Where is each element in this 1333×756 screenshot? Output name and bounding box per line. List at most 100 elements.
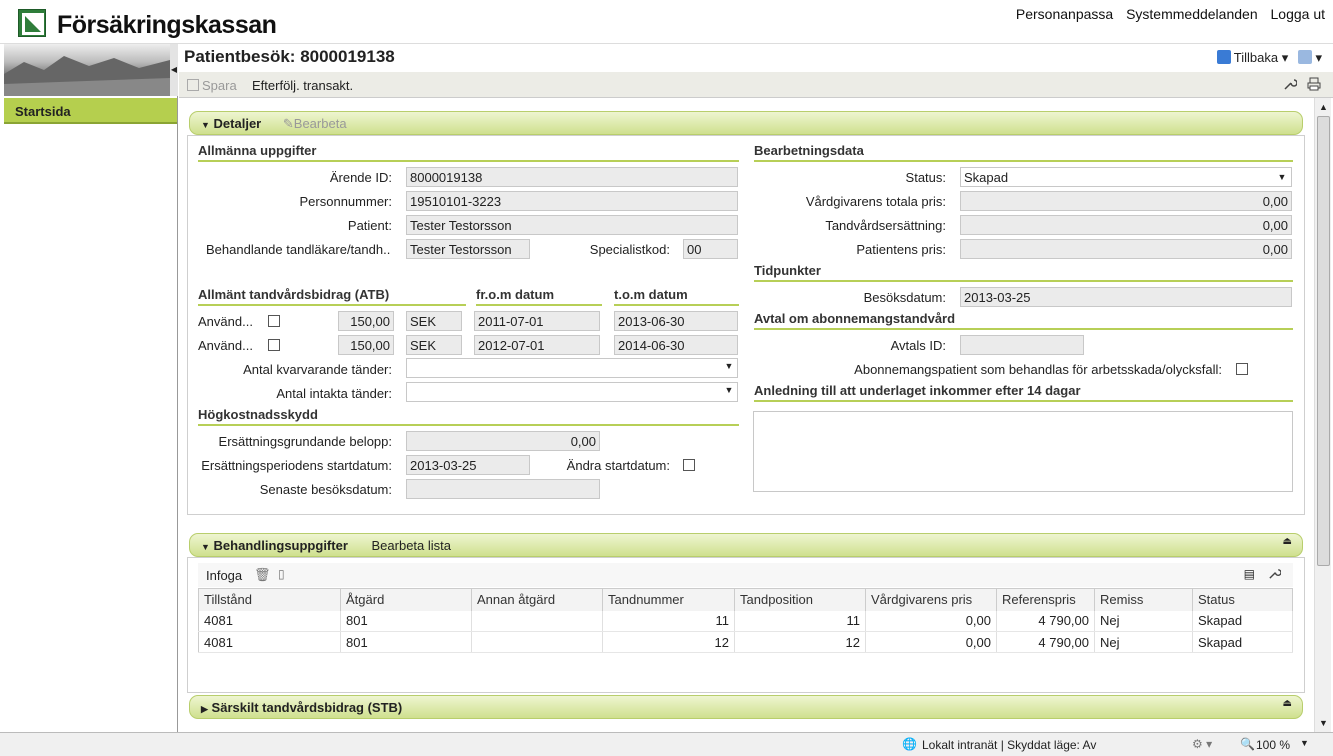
atb-row2-amount[interactable]: 150,00 (338, 335, 394, 355)
column-header[interactable]: Vårdgivarens pris (865, 588, 997, 611)
print-icon[interactable] (1307, 77, 1321, 94)
atb-row1-to[interactable]: 2013-06-30 (614, 311, 738, 331)
stb-panel-header[interactable]: ▶ Särskilt tandvårdsbidrag (STB) ⏏ (189, 695, 1303, 719)
chevron-down-icon[interactable]: ▼ (1274, 169, 1290, 185)
back-icon (1216, 50, 1231, 64)
wrench-icon[interactable] (1268, 567, 1282, 583)
sidebar-item-startsida[interactable]: Startsida (4, 98, 177, 124)
arbetsskada-checkbox[interactable] (1236, 363, 1248, 375)
section-allmanna: Allmänna uppgifter (198, 143, 739, 162)
avtals-id-field[interactable] (960, 335, 1084, 355)
table-row[interactable]: 4081 801 12 12 0,00 4 790,00 Nej Skapad (198, 631, 1293, 653)
column-header[interactable]: Annan åtgärd (471, 588, 603, 611)
behandling-panel-header[interactable]: ▼ Behandlingsuppgifter Bearbeta lista ⏏ (189, 533, 1303, 557)
collapse-panel-icon[interactable]: ⏏ (1283, 536, 1292, 547)
copy-icon[interactable]: ▯ (278, 567, 285, 581)
andra-startdatum-checkbox[interactable] (683, 459, 695, 471)
arende-field[interactable]: 8000019138 (406, 167, 738, 187)
cell-atgard: 801 (340, 610, 472, 632)
column-header[interactable]: Tandnummer (602, 588, 735, 611)
patient-field[interactable]: Tester Testorsson (406, 215, 738, 235)
cell-tandnummer: 12 (602, 631, 735, 653)
detaljer-panel-header[interactable]: ▼ Detaljer ✎Bearbeta (189, 111, 1303, 135)
expand-arrow-icon[interactable]: ▶ (201, 704, 208, 714)
zoom-dropdown-icon[interactable]: ▼ (1300, 738, 1309, 748)
edit-list-button[interactable]: Bearbeta lista (372, 538, 452, 553)
patient-label: Patient: (347, 218, 392, 233)
startdatum-field[interactable]: 2013-03-25 (406, 455, 530, 475)
trash-icon[interactable]: 🗑 (254, 567, 271, 583)
export-icon[interactable]: ▤ (1244, 567, 1255, 581)
personnummer-label: Personnummer: (299, 194, 392, 209)
atb-row2-to[interactable]: 2014-06-30 (614, 335, 738, 355)
atb-row2-from[interactable]: 2012-07-01 (474, 335, 600, 355)
cell-status: Skapad (1192, 631, 1293, 653)
section-atb: Allmänt tandvårdsbidrag (ATB) (198, 287, 466, 306)
atb-row1-amount[interactable]: 150,00 (338, 311, 394, 331)
atb-row2-checkbox[interactable] (268, 339, 280, 351)
collapse-panel-icon[interactable]: ⏏ (1283, 698, 1292, 709)
scroll-down-icon[interactable]: ▼ (1317, 716, 1330, 730)
anledning-textarea[interactable] (753, 411, 1293, 492)
column-header[interactable]: Åtgärd (340, 588, 472, 611)
patientens-pris-field[interactable]: 0,00 (960, 239, 1292, 259)
atb-row1-checkbox[interactable] (268, 315, 280, 327)
personalize-link[interactable]: Personanpassa (1016, 6, 1113, 22)
column-header[interactable]: Tillstånd (198, 588, 341, 611)
top-links: Personanpassa Systemmeddelanden Logga ut (1007, 6, 1325, 22)
column-header[interactable]: Referenspris (996, 588, 1095, 611)
collapse-arrow-icon[interactable]: ▼ (201, 542, 210, 552)
specialistkod-field[interactable]: 00 (683, 239, 738, 259)
brand-name: Försäkringskassan (57, 11, 277, 39)
section-avtal: Avtal om abonnemangstandvård (754, 311, 1293, 330)
wrench-icon[interactable] (1283, 77, 1298, 94)
cell-tandposition: 12 (734, 631, 866, 653)
chevron-down-icon[interactable]: ▼ (723, 361, 735, 375)
followup-transaction-button[interactable]: Efterfölj. transakt. (252, 78, 353, 93)
sidebar-collapse-handle[interactable]: ◀ (170, 44, 178, 96)
cell-annan-atgard (471, 631, 603, 653)
scroll-up-icon[interactable]: ▲ (1317, 100, 1330, 114)
column-header[interactable]: Tandposition (734, 588, 866, 611)
senaste-field[interactable] (406, 479, 600, 499)
zoom-icon: 🔍 (1240, 737, 1255, 751)
save-button[interactable]: Spara (187, 78, 237, 93)
atb-row1-from[interactable]: 2011-07-01 (474, 311, 600, 331)
cell-tillstand: 4081 (198, 631, 341, 653)
atb-row2-currency[interactable]: SEK (406, 335, 462, 355)
section-anledning: Anledning till att underlaget inkommer e… (754, 383, 1293, 402)
insert-button[interactable]: Infoga (206, 568, 242, 583)
behandlande-field[interactable]: Tester Testorsson (406, 239, 530, 259)
personnummer-field[interactable]: 19510101-3223 (406, 191, 738, 211)
atb-row2-label: Använd... (198, 338, 253, 353)
ersattning-field[interactable]: 0,00 (960, 215, 1292, 235)
column-header[interactable]: Remiss (1094, 588, 1193, 611)
vertical-scrollbar[interactable]: ▲ ▼ (1314, 98, 1331, 732)
protected-mode-icon[interactable]: ⚙ ▾ (1192, 737, 1212, 751)
besoksdatum-field[interactable]: 2013-03-25 (960, 287, 1292, 307)
system-messages-link[interactable]: Systemmeddelanden (1126, 6, 1258, 22)
kvarvarande-select[interactable]: ▼ (406, 358, 738, 378)
section-tidpunkter: Tidpunkter (754, 263, 1293, 282)
table-row[interactable]: 4081 801 11 11 0,00 4 790,00 Nej Skapad (198, 610, 1293, 632)
logout-link[interactable]: Logga ut (1271, 6, 1326, 22)
scroll-thumb[interactable] (1317, 116, 1330, 566)
zoom-level[interactable]: 100 % (1256, 738, 1290, 752)
back-button[interactable]: Tillbaka ▾ ▾ (1216, 50, 1322, 66)
column-header[interactable]: Status (1192, 588, 1293, 611)
atb-row1-currency[interactable]: SEK (406, 311, 462, 331)
totala-pris-field[interactable]: 0,00 (960, 191, 1292, 211)
grund-field[interactable]: 0,00 (406, 431, 600, 451)
intakta-select[interactable]: ▼ (406, 382, 738, 402)
cell-annan-atgard (471, 610, 603, 632)
stb-title: Särskilt tandvårdsbidrag (STB) (211, 700, 403, 715)
edit-button[interactable]: ✎Bearbeta (283, 116, 347, 131)
chevron-down-icon[interactable]: ▼ (723, 385, 735, 399)
action-toolbar: Spara Efterfölj. transakt. (179, 72, 1333, 98)
to-date-header: t.o.m datum (614, 287, 739, 306)
forward-icon[interactable] (1297, 50, 1312, 64)
status-select[interactable]: Skapad (960, 167, 1292, 187)
avtals-id-label: Avtals ID: (890, 338, 946, 353)
collapse-arrow-icon[interactable]: ▼ (201, 120, 210, 130)
page-titlebar: Patientbesök: 8000019138 Tillbaka ▾ ▾ (179, 44, 1333, 72)
